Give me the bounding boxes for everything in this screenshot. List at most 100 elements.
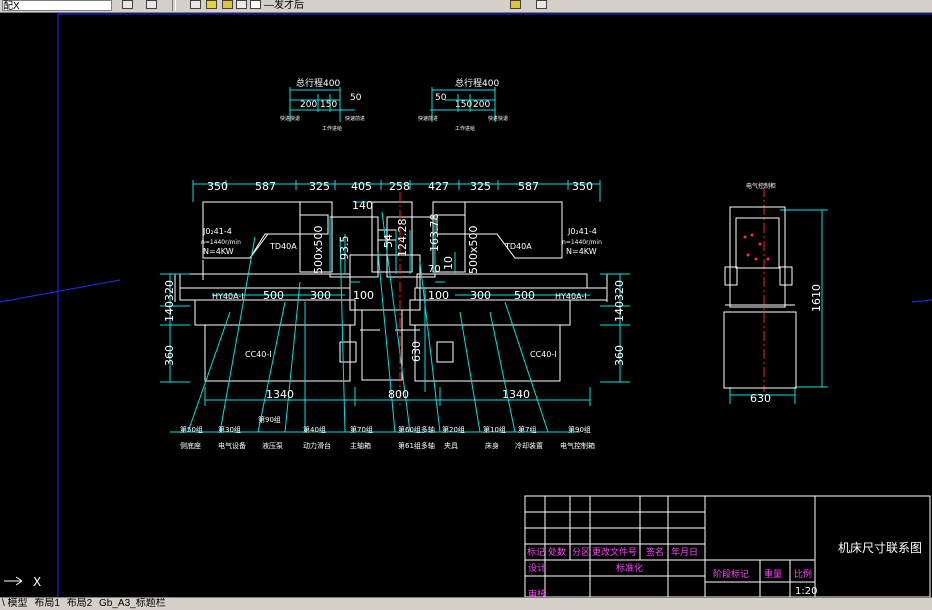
equipment-labels: J0₂41-4 n=1440r/min N=4KW J0₂41-4 n=1440…: [201, 182, 776, 359]
sheet-diagonal: [0, 279, 121, 303]
detail-right-total: 总行程400: [455, 77, 499, 89]
callout-1-text: 侧底座: [180, 441, 201, 450]
head-left-label: TD40A: [269, 242, 297, 251]
callout-8-num: 第10组: [483, 425, 506, 434]
side-view-label: 电气控制柜: [746, 182, 776, 190]
lock-icon[interactable]: [236, 0, 247, 9]
detail-left-d3: 50: [350, 93, 362, 103]
dim-100-left: 100: [353, 289, 374, 302]
callout-4-text: 动力滑台: [303, 441, 331, 450]
callout-7-num: 第20组: [442, 425, 465, 434]
head-right-label: TD40A: [504, 242, 532, 251]
top-dim-3: 325: [309, 180, 330, 193]
dim-300-right: 300: [470, 289, 491, 302]
detail-left-a: 快进快退: [280, 115, 300, 122]
detail-left-b: 工作进给: [322, 125, 342, 132]
tb-scale-label: 比例: [794, 568, 812, 580]
layer-dropdown[interactable]: 配X: [2, 0, 112, 12]
callout-2-text: 电气设备: [218, 441, 246, 450]
slide-left-label: HY40A-I: [212, 292, 244, 301]
dim-630-middle: 630: [410, 341, 423, 362]
tb-design: 设计: [528, 562, 546, 574]
dim-500-right: 500: [514, 289, 535, 302]
motor-right-line2: n=1440r/min: [562, 239, 602, 246]
toolbar-separator: [172, 0, 176, 11]
tab-gb-a3-title[interactable]: Gb_A3_标题栏: [97, 598, 168, 609]
motor-left-line2: n=1440r/min: [201, 239, 241, 246]
layout-tabs: \ 模型 布局1 布局2 Gb_A3_标题栏: [0, 597, 932, 610]
layer-previous-icon[interactable]: [146, 0, 157, 9]
slide-right-label: HY40A-I: [555, 292, 587, 301]
tb-stage-mark: 阶段标记: [713, 568, 749, 580]
side-view-indicators: [743, 233, 770, 261]
callout-8-text: 床身: [485, 441, 499, 450]
callout-4-num: 第40组: [303, 425, 326, 434]
dim-360-left: 360: [163, 345, 176, 366]
dim-140-top: 140: [352, 199, 373, 212]
dim-320-right: 320: [613, 280, 626, 301]
base-right-label: CC40-I: [530, 350, 557, 359]
layer-states-icon[interactable]: [122, 0, 133, 9]
tb-date: 年月日: [671, 546, 698, 558]
dim-93-5: 93.5: [338, 236, 351, 261]
tab-model[interactable]: \ 模型: [0, 598, 30, 609]
dim-800: 800: [388, 388, 409, 401]
top-dim-2: 587: [255, 180, 276, 193]
dim-320-left: 320: [163, 280, 176, 301]
callout-7-text: 夹具: [444, 441, 458, 450]
color-square-icon[interactable]: [250, 0, 261, 9]
callout-6-text: 第61组多轴: [398, 441, 435, 450]
tab-layout2[interactable]: 布局2: [65, 598, 95, 609]
dim-360-right: 360: [613, 345, 626, 366]
tab-layout1[interactable]: 布局1: [32, 598, 62, 609]
tb-change-doc: 更改文件号: [592, 546, 637, 558]
ucs-axis-icon: [4, 576, 23, 586]
tb-drawing-title: 机床尺寸联系图: [838, 541, 922, 555]
side-view: [723, 206, 797, 389]
top-dim-5: 258: [389, 180, 410, 193]
motor-right-line3: N=4KW: [566, 247, 597, 256]
tb-standard: 标准化: [616, 562, 643, 574]
color-control-icon[interactable]: [190, 0, 201, 9]
dim-10: 10: [442, 256, 455, 270]
detail-left-d2: 150: [320, 100, 337, 110]
tb-weight: 重量: [764, 568, 782, 580]
layer-tool-icon[interactable]: [510, 0, 521, 9]
dim-140-left: 140: [163, 301, 176, 322]
linetype-dropdown[interactable]: —发才后: [264, 0, 304, 11]
callout-3-num: 第90组: [258, 415, 281, 424]
dim-70: 70: [428, 264, 441, 275]
layer-prop-icon[interactable]: [536, 0, 547, 9]
dim-54: 54: [382, 234, 395, 248]
dim-124-28: 124.28: [396, 219, 409, 258]
callout-3-text: 液压泵: [262, 441, 283, 450]
lightbulb-icon[interactable]: [206, 0, 217, 9]
detail-right-a: 快速前进: [418, 115, 438, 122]
sun-icon[interactable]: [222, 0, 233, 9]
detail-left-d1: 200: [300, 100, 317, 110]
callout-9-num: 第7组: [518, 425, 536, 434]
tb-sign: 签名: [646, 546, 664, 558]
drawing-canvas[interactable]: 350 587 325 405 258 427 325 587 350 140 …: [0, 12, 932, 597]
callout-5-num: 第70组: [350, 425, 373, 434]
motor-right-line1: J0₂41-4: [567, 227, 597, 236]
callout-2-num: 第30组: [218, 425, 241, 434]
tb-scale-value: 1:20: [795, 586, 817, 597]
detail-right-d1: 150: [455, 100, 472, 110]
dim-500x500-right: 500x500: [467, 225, 480, 274]
top-detail-texts: 总行程400 200 150 50 快进快退 工作进给 快速前进 总行程400 …: [280, 77, 508, 132]
dim-100-right: 100: [428, 289, 449, 302]
top-dim-8: 587: [518, 180, 539, 193]
detail-right-d2: 200: [473, 100, 490, 110]
dim-163-78: 163.78: [428, 214, 441, 253]
dim-1340-right: 1340: [502, 388, 530, 401]
dim-1340-left: 1340: [266, 388, 294, 401]
callout-10-num: 第90组: [568, 425, 591, 434]
top-dim-7: 325: [470, 180, 491, 193]
motor-left-line3: N=4KW: [203, 247, 234, 256]
callout-5-text: 主轴箱: [350, 441, 371, 450]
callout-6-num: 第60组多轴: [398, 425, 435, 434]
top-dim-1: 350: [207, 180, 228, 193]
top-dim-9: 350: [572, 180, 593, 193]
ucs-x-label: X: [33, 575, 41, 589]
